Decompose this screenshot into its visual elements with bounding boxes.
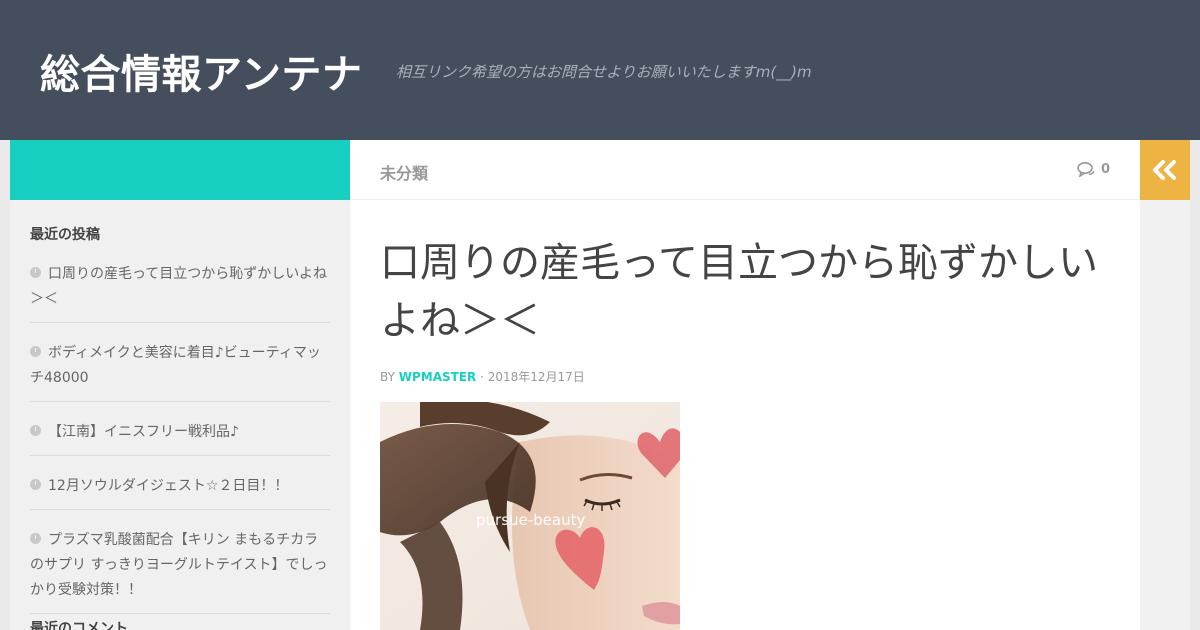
sidebar-header-bar xyxy=(10,140,350,200)
recent-post-link[interactable]: プラズマ乳酸菌配合【キリン まもるチカラのサプリ すっきりヨーグルトテイスト】で… xyxy=(30,532,327,598)
post-byline: BY WPMASTER · 2018年12月17日 xyxy=(380,368,585,385)
clock-icon xyxy=(30,425,41,436)
list-item: 【江南】イニスフリー戦利品♪ xyxy=(30,414,330,456)
featured-image-illustration: pursue-beauty xyxy=(380,402,680,630)
sidebar: 最近の投稿 口周りの産毛って目立つから恥ずかしいよね＞＜ ボディメイクと美容に着… xyxy=(10,200,350,630)
image-watermark: pursue-beauty xyxy=(476,511,585,529)
category-link[interactable]: 未分類 xyxy=(380,160,428,184)
post-topbar: 未分類 0 xyxy=(350,140,1140,200)
list-item: ボディメイクと美容に着目♪ビューティマッチ48000 xyxy=(30,335,330,402)
comment-icon xyxy=(1077,162,1095,177)
comment-count-link[interactable]: 0 xyxy=(1077,161,1110,177)
clock-icon xyxy=(30,267,41,278)
site-header: 総合情報アンテナ 相互リンク希望の方はお問合せよりお願いいたしますm(__)m xyxy=(0,0,1200,140)
site-title[interactable]: 総合情報アンテナ xyxy=(40,42,362,100)
list-item: プラズマ乳酸菌配合【キリン まもるチカラのサプリ すっきりヨーグルトテイスト】で… xyxy=(30,522,330,614)
clock-icon xyxy=(30,533,41,544)
recent-post-link[interactable]: 口周りの産毛って目立つから恥ずかしいよね＞＜ xyxy=(30,266,327,307)
byline-prefix: BY xyxy=(380,370,395,384)
site-description: 相互リンク希望の方はお問合せよりお願いいたしますm(__)m xyxy=(396,63,812,81)
recent-comments-title: 最近のコメント xyxy=(30,621,128,630)
author-link[interactable]: WPMASTER xyxy=(399,370,477,384)
clock-icon xyxy=(30,479,41,490)
recent-posts-title: 最近の投稿 xyxy=(30,227,100,243)
clock-icon xyxy=(30,346,41,357)
post-date: · 2018年12月17日 xyxy=(480,370,585,384)
list-item: 12月ソウルダイジェスト☆２日目！！ xyxy=(30,468,330,510)
sidebar-toggle-button[interactable] xyxy=(1140,140,1190,200)
recent-post-link[interactable]: 12月ソウルダイジェスト☆２日目！！ xyxy=(48,478,288,494)
recent-post-link[interactable]: 【江南】イニスフリー戦利品♪ xyxy=(48,424,239,440)
right-sidebar-collapsed xyxy=(1140,200,1190,630)
post-featured-image: pursue-beauty xyxy=(380,402,680,630)
post-title: 口周りの産毛って目立つから恥ずかしいよね＞＜ xyxy=(380,240,1098,344)
comment-count: 0 xyxy=(1100,161,1110,177)
recent-post-link[interactable]: ボディメイクと美容に着目♪ビューティマッチ48000 xyxy=(30,345,321,386)
main-content: 未分類 0 口周りの産毛って目立つから恥ずかしいよね＞＜ BY WPMASTER… xyxy=(350,140,1140,630)
list-item: 口周りの産毛って目立つから恥ずかしいよね＞＜ xyxy=(30,256,330,323)
recent-posts-list: 口周りの産毛って目立つから恥ずかしいよね＞＜ ボディメイクと美容に着目♪ビューテ… xyxy=(30,256,330,626)
double-chevron-left-icon xyxy=(1153,160,1176,180)
